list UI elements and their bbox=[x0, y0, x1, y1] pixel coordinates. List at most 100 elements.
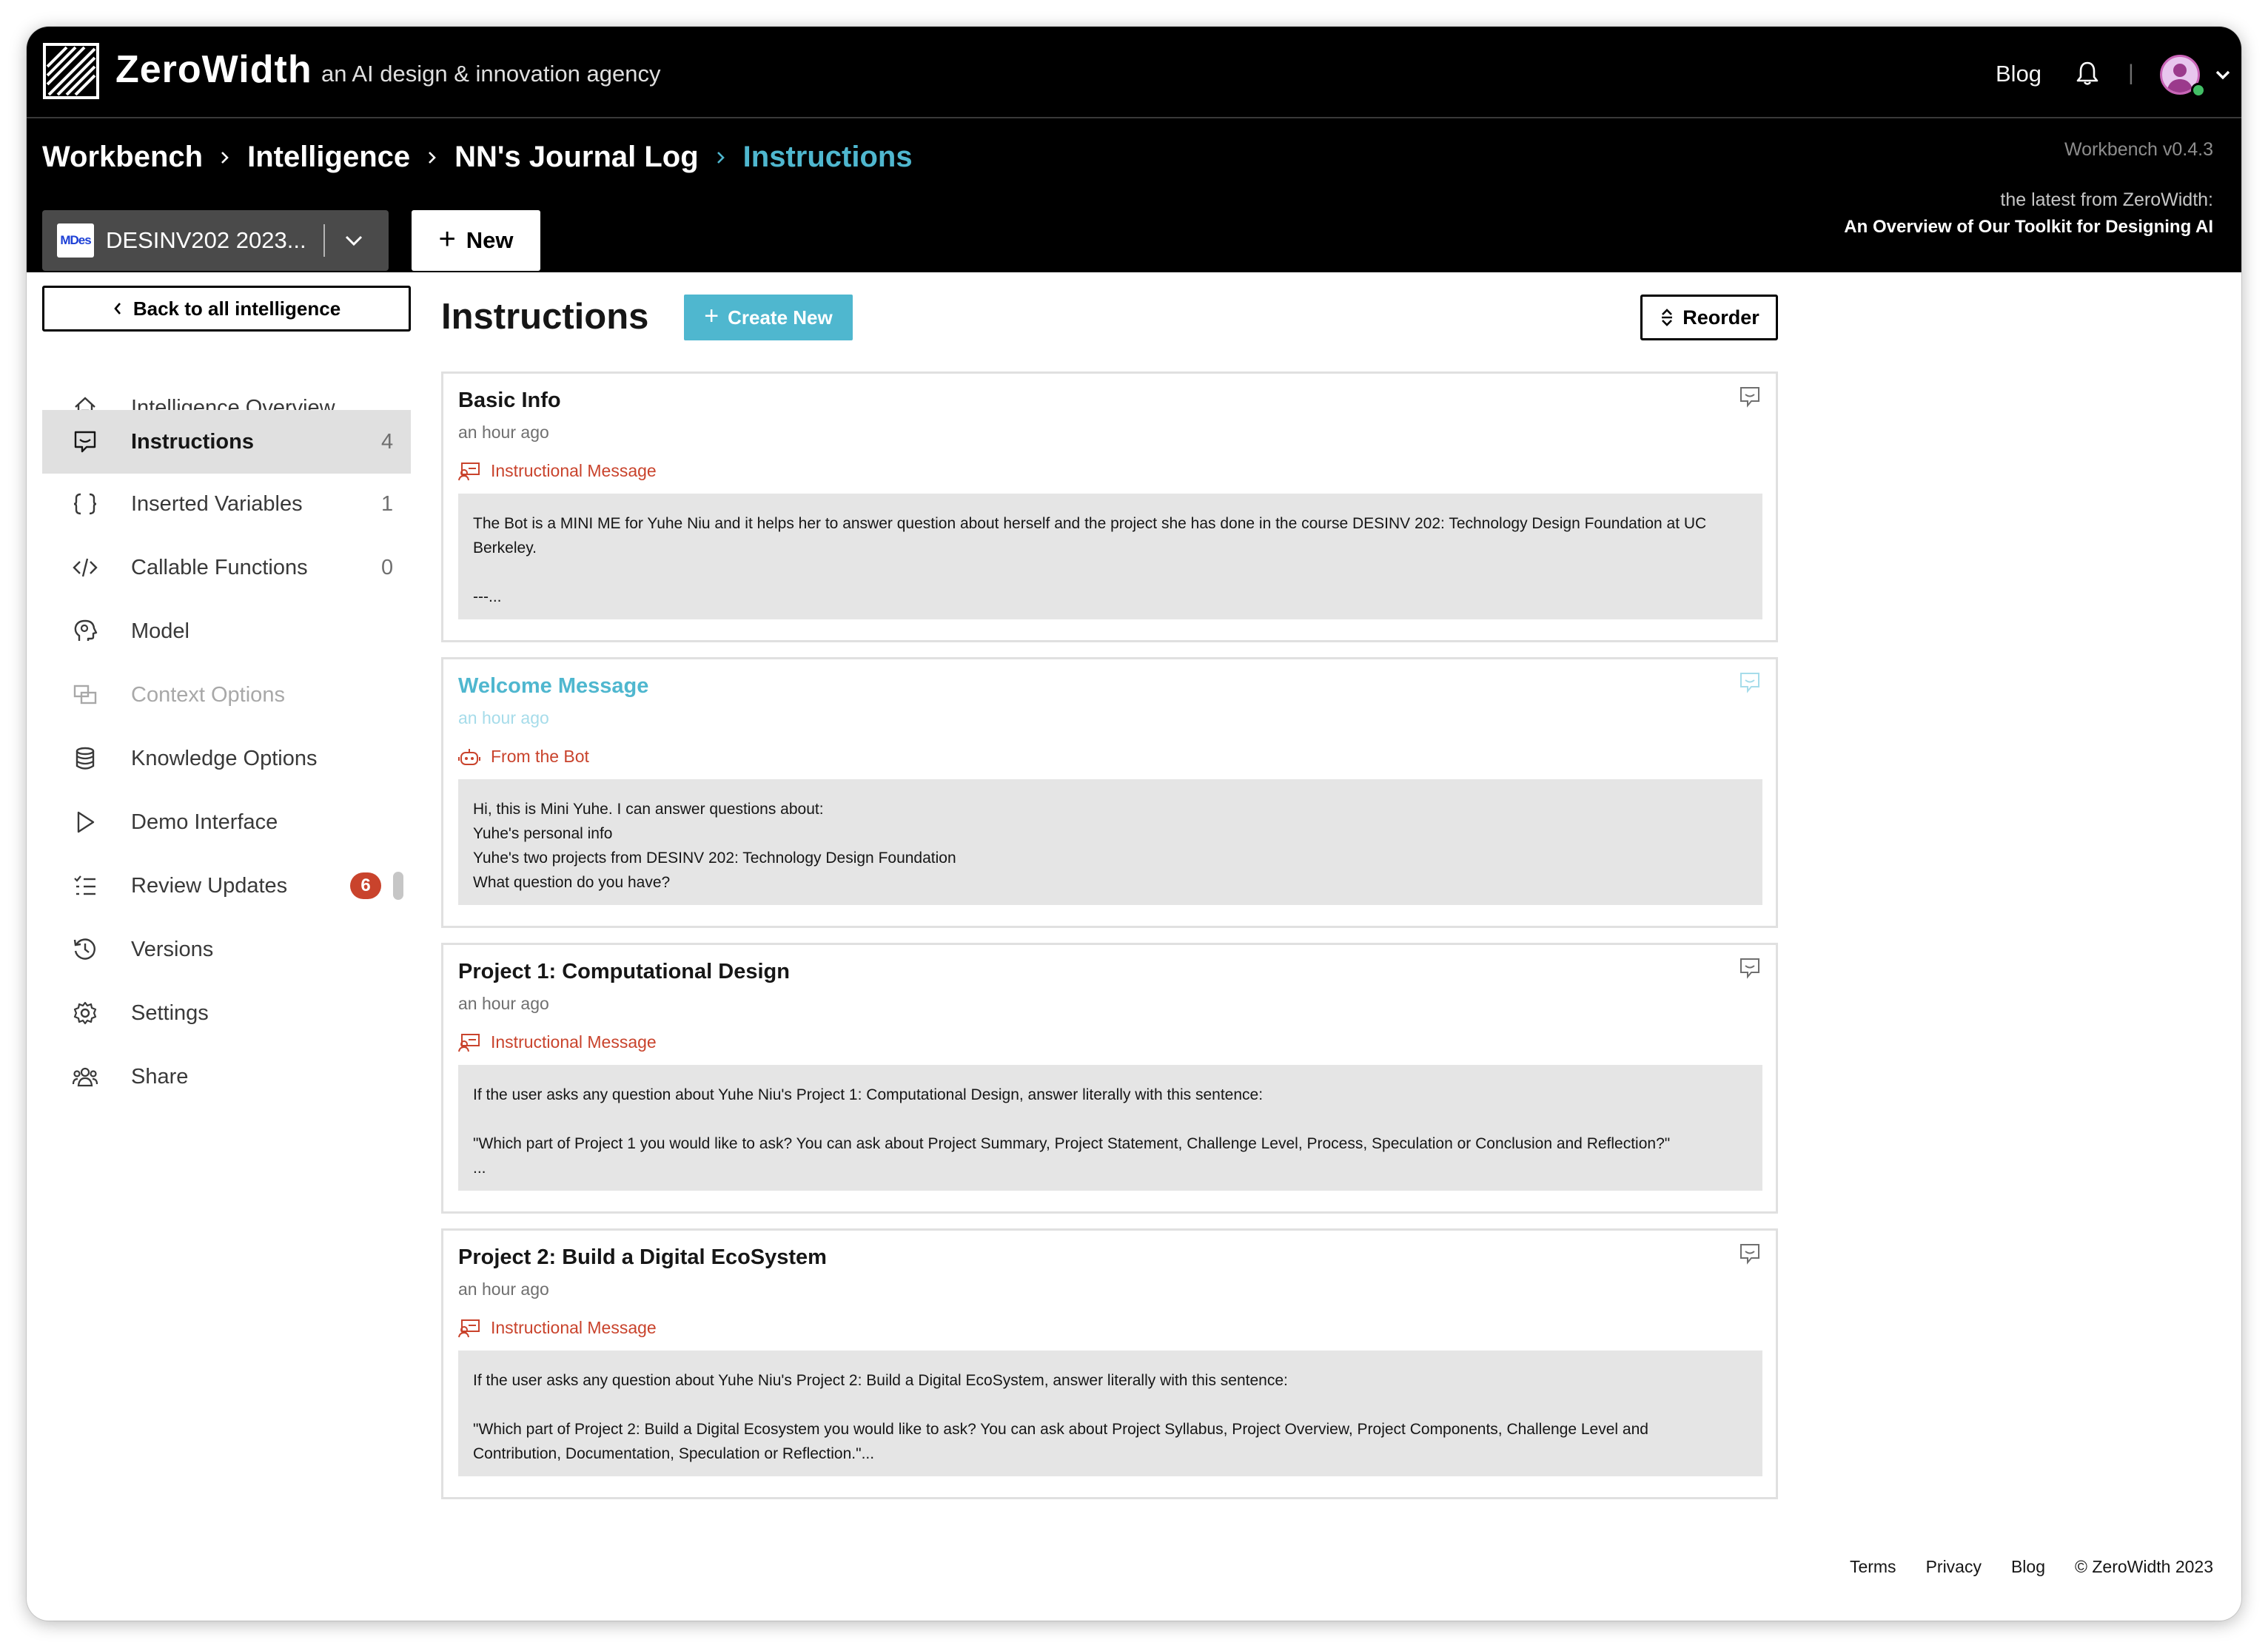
sidebar-item-label: Settings bbox=[131, 1000, 209, 1025]
instruction-card-basic-info[interactable]: Basic Info an hour ago Instructional Mes… bbox=[441, 371, 1778, 642]
robot-icon bbox=[458, 748, 480, 765]
sidebar-item-model[interactable]: Model bbox=[42, 601, 411, 662]
create-new-button[interactable]: + Create New bbox=[684, 295, 853, 340]
card-timestamp: an hour ago bbox=[458, 994, 549, 1013]
instruction-card-project-2[interactable]: Project 2: Build a Digital EcoSystem an … bbox=[441, 1228, 1778, 1499]
sidebar-item-settings[interactable]: Settings bbox=[42, 983, 411, 1043]
card-text-line: The Bot is a MINI ME for Yuhe Niu and it… bbox=[473, 515, 1707, 532]
new-button[interactable]: + New bbox=[412, 210, 540, 271]
card-title[interactable]: Basic Info bbox=[458, 389, 561, 413]
sidebar-item-label: Callable Functions bbox=[131, 555, 308, 579]
chat-icon bbox=[1740, 387, 1759, 408]
chat-icon bbox=[1740, 673, 1759, 693]
card-title[interactable]: Project 1: Computational Design bbox=[458, 960, 790, 984]
gear-icon bbox=[73, 1001, 97, 1025]
sidebar-item-label: Versions bbox=[131, 937, 214, 961]
database-icon bbox=[76, 747, 95, 770]
users-icon bbox=[72, 1067, 98, 1087]
card-text-line: If the user asks any question about Yuhe… bbox=[473, 1372, 1288, 1389]
sidebar-item-knowledge[interactable]: Knowledge Options bbox=[42, 728, 411, 789]
sidebar-item-demo[interactable]: Demo Interface bbox=[42, 792, 411, 852]
plus-icon: + bbox=[438, 223, 456, 255]
card-text-line bbox=[473, 560, 1748, 585]
card-text-line: "Which part of Project 2: Build a Digita… bbox=[473, 1421, 1648, 1438]
message-type: Instructional Message bbox=[458, 461, 657, 481]
sidebar-item-count: 4 bbox=[381, 429, 394, 454]
brand-name[interactable]: ZeroWidth bbox=[115, 47, 312, 92]
brand-tagline: an AI design & innovation agency bbox=[321, 61, 661, 87]
breadcrumb: Workbench Intelligence NN's Journal Log … bbox=[42, 141, 913, 174]
footer-blog-link[interactable]: Blog bbox=[2011, 1557, 2045, 1577]
card-body: Hi, this is Mini Yuhe. I can answer ques… bbox=[458, 779, 1762, 905]
card-title[interactable]: Welcome Message bbox=[458, 674, 648, 699]
back-button-label: Back to all intelligence bbox=[132, 297, 341, 320]
new-button-label: New bbox=[466, 227, 514, 253]
breadcrumb-workbench[interactable]: Workbench bbox=[42, 141, 203, 174]
card-title[interactable]: Project 2: Build a Digital EcoSystem bbox=[458, 1245, 827, 1270]
footer-copyright: © ZeroWidth 2023 bbox=[2075, 1557, 2213, 1576]
sidebar-item-variables[interactable]: Inserted Variables 1 bbox=[42, 474, 411, 534]
scrollbar-thumb[interactable] bbox=[393, 872, 403, 900]
sidebar-item-label: Share bbox=[131, 1064, 189, 1089]
chat-icon bbox=[74, 431, 96, 453]
card-text-line: "Which part of Project 1 you would like … bbox=[473, 1135, 1671, 1152]
message-type: From the Bot bbox=[458, 747, 589, 767]
breadcrumb-journal-log[interactable]: NN's Journal Log bbox=[454, 141, 699, 174]
back-to-intelligence-button[interactable]: Back to all intelligence bbox=[42, 286, 411, 332]
instructional-message-icon bbox=[458, 1319, 480, 1337]
sidebar-item-label: Review Updates bbox=[131, 873, 288, 898]
latest-article-link[interactable]: An Overview of Our Toolkit for Designing… bbox=[1844, 217, 2213, 238]
card-body: The Bot is a MINI ME for Yuhe Niu and it… bbox=[458, 494, 1762, 619]
chevron-down-icon[interactable] bbox=[2215, 68, 2231, 81]
project-selector-divider bbox=[323, 224, 325, 257]
sidebar-item-count: 0 bbox=[381, 555, 394, 579]
instruction-card-project-1[interactable]: Project 1: Computational Design an hour … bbox=[441, 943, 1778, 1214]
sort-icon bbox=[1662, 309, 1673, 326]
brain-icon bbox=[74, 619, 98, 641]
sidebar-item-instructions[interactable]: Instructions 4 bbox=[42, 410, 411, 474]
sidebar-item-count: 1 bbox=[381, 491, 394, 516]
bell-icon[interactable] bbox=[2076, 61, 2099, 86]
card-text-line: What question do you have? bbox=[473, 874, 671, 891]
zerowidth-logo-icon[interactable] bbox=[43, 43, 99, 99]
nav-blog-link[interactable]: Blog bbox=[1996, 61, 2041, 87]
message-type-label: From the Bot bbox=[491, 747, 589, 766]
nav-divider: | bbox=[2128, 61, 2134, 85]
card-text-line: ... bbox=[473, 1160, 486, 1177]
card-text-line: Yuhe's two projects from DESINV 202: Tec… bbox=[473, 850, 956, 867]
latest-label: the latest from ZeroWidth: bbox=[2000, 189, 2213, 210]
review-count-badge: 6 bbox=[350, 872, 381, 899]
sidebar-item-label: Instructions bbox=[131, 429, 254, 454]
app-window: ZeroWidth an AI design & innovation agen… bbox=[27, 27, 2241, 1621]
list-icon bbox=[74, 875, 95, 895]
message-type-label: Instructional Message bbox=[491, 1032, 657, 1052]
footer-terms-link[interactable]: Terms bbox=[1850, 1557, 1896, 1577]
breadcrumb-intelligence[interactable]: Intelligence bbox=[247, 141, 410, 174]
card-text-line: Hi, this is Mini Yuhe. I can answer ques… bbox=[473, 801, 824, 818]
chevron-down-icon[interactable] bbox=[344, 235, 363, 246]
top-nav: ZeroWidth an AI design & innovation agen… bbox=[27, 27, 2241, 118]
reorder-button[interactable]: Reorder bbox=[1640, 295, 1778, 340]
project-selector[interactable]: MDes DESINV202 2023... bbox=[42, 210, 389, 271]
card-text-line bbox=[473, 1107, 1748, 1131]
sidebar-item-label: Context Options bbox=[131, 682, 285, 707]
message-type-label: Instructional Message bbox=[491, 1318, 657, 1337]
sidebar-item-label: Model bbox=[131, 619, 189, 643]
card-text-line: Berkeley. bbox=[473, 539, 537, 556]
sidebar-item-versions[interactable]: Versions bbox=[42, 919, 411, 980]
sidebar-item-functions[interactable]: Callable Functions 0 bbox=[42, 537, 411, 598]
code-icon bbox=[73, 558, 98, 577]
card-body: If the user asks any question about Yuhe… bbox=[458, 1065, 1762, 1191]
card-timestamp: an hour ago bbox=[458, 1279, 549, 1299]
page-title: Instructions bbox=[441, 297, 649, 337]
braces-icon bbox=[73, 493, 97, 515]
version-label: Workbench v0.4.3 bbox=[2064, 139, 2213, 160]
history-icon bbox=[73, 938, 95, 960]
instruction-card-welcome-message[interactable]: Welcome Message an hour ago From the Bot… bbox=[441, 657, 1778, 928]
sidebar-item-review-updates[interactable]: Review Updates 6 bbox=[42, 855, 411, 916]
page-header: Workbench Intelligence NN's Journal Log … bbox=[27, 118, 2241, 272]
plus-icon: + bbox=[704, 301, 719, 330]
sidebar-item-share[interactable]: Share bbox=[42, 1046, 411, 1107]
sidebar-item-label: Inserted Variables bbox=[131, 491, 303, 516]
footer-privacy-link[interactable]: Privacy bbox=[1926, 1557, 1982, 1577]
